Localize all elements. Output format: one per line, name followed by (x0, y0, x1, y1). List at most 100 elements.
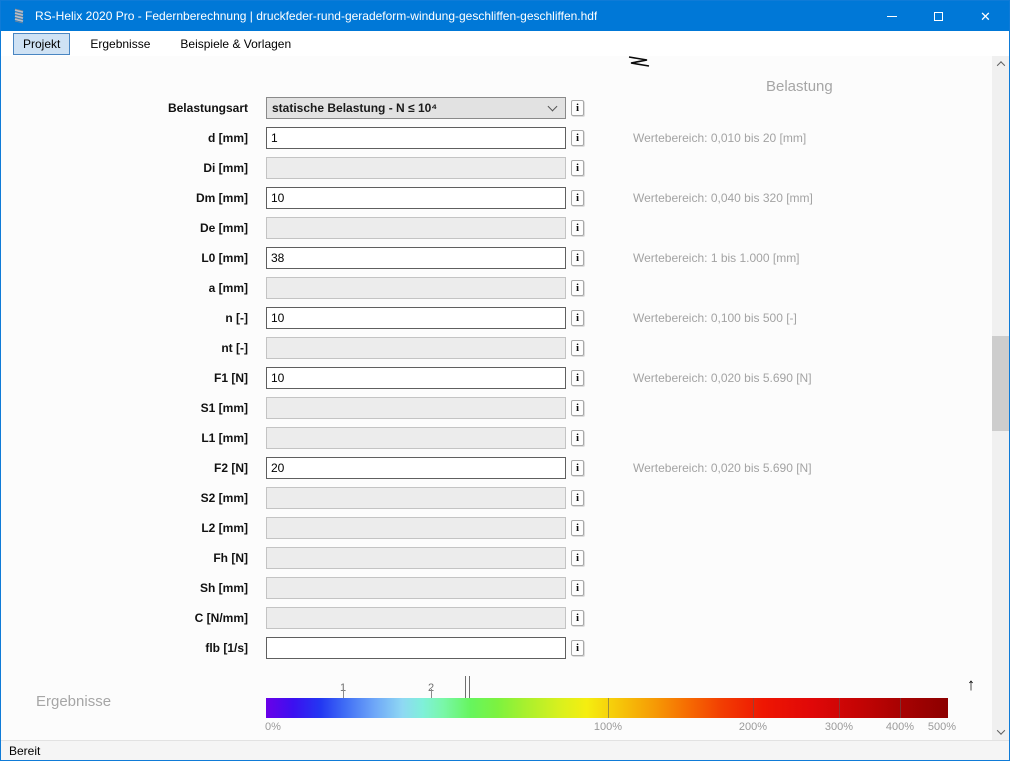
maximize-icon (934, 12, 943, 21)
field-label-l0: L0 [mm] (1, 247, 248, 269)
info-glyph: i (576, 162, 579, 174)
belastungsart-select[interactable]: statische Belastung - N ≤ 10⁴ (266, 97, 566, 119)
input-f2[interactable] (266, 457, 566, 479)
stress-utilization-gauge (266, 698, 948, 718)
info-icon[interactable]: i (571, 190, 584, 206)
info-glyph: i (576, 342, 579, 354)
info-icon[interactable]: i (571, 430, 584, 446)
hint-l0: Wertebereich: 1 bis 1.000 [mm] (633, 247, 800, 269)
gauge-label-400: 400% (886, 721, 914, 733)
close-button[interactable]: ✕ (962, 1, 1009, 31)
info-glyph: i (576, 612, 579, 624)
info-glyph: i (576, 102, 579, 114)
info-icon[interactable]: i (571, 280, 584, 296)
field-label-di: Di [mm] (1, 157, 248, 179)
info-icon[interactable]: i (571, 130, 584, 146)
input-di (266, 157, 566, 179)
chevron-up-icon (996, 61, 1004, 69)
info-glyph: i (576, 192, 579, 204)
info-icon[interactable]: i (571, 370, 584, 386)
field-label-flb: flb [1/s] (1, 637, 248, 659)
info-icon[interactable]: i (571, 310, 584, 326)
info-icon[interactable]: i (571, 340, 584, 356)
input-c (266, 607, 566, 629)
scrollbar-down-button[interactable] (992, 725, 1009, 739)
info-icon[interactable]: i (571, 580, 584, 596)
minimize-icon (887, 16, 897, 17)
field-label-fh: Fh [N] (1, 547, 248, 569)
title-bar: RS-Helix 2020 Pro - Federnberechnung | d… (1, 1, 1009, 31)
info-icon[interactable]: i (571, 100, 584, 116)
hint-n: Wertebereich: 0,100 bis 500 [-] (633, 307, 797, 329)
gauge-tick-200 (753, 698, 754, 718)
scroll-to-top-button[interactable]: ↑ (959, 673, 983, 697)
input-fh (266, 547, 566, 569)
info-icon[interactable]: i (571, 550, 584, 566)
gauge-tick-400 (900, 698, 901, 718)
spring-app-icon (11, 8, 27, 24)
info-icon[interactable]: i (571, 460, 584, 476)
info-icon[interactable]: i (571, 520, 584, 536)
info-icon[interactable]: i (571, 640, 584, 656)
input-n[interactable] (266, 307, 566, 329)
scrollbar-up-button[interactable] (992, 57, 1009, 71)
info-icon[interactable]: i (571, 490, 584, 506)
input-s1 (266, 397, 566, 419)
belastungsart-value: statische Belastung - N ≤ 10⁴ (272, 101, 437, 115)
chevron-down-icon (548, 102, 558, 112)
info-glyph: i (576, 462, 579, 474)
gauge-label-0: 0% (265, 721, 281, 733)
info-glyph: i (576, 522, 579, 534)
info-glyph: i (576, 402, 579, 414)
info-icon[interactable]: i (571, 220, 584, 236)
field-label-nt: nt [-] (1, 337, 248, 359)
input-dm[interactable] (266, 187, 566, 209)
info-icon[interactable]: i (571, 160, 584, 176)
input-s2 (266, 487, 566, 509)
input-d[interactable] (266, 127, 566, 149)
field-label-sh: Sh [mm] (1, 577, 248, 599)
field-label-f1: F1 [N] (1, 367, 248, 389)
belastung-heading: Belastung (766, 78, 833, 95)
tab-beispiele-vorlagen[interactable]: Beispiele & Vorlagen (170, 33, 301, 55)
field-label-l2: L2 [mm] (1, 517, 248, 539)
tab-projekt[interactable]: Projekt (13, 33, 70, 55)
info-icon[interactable]: i (571, 610, 584, 626)
info-glyph: i (576, 222, 579, 234)
close-icon: ✕ (980, 10, 991, 23)
gauge-label-100: 100% (594, 721, 622, 733)
input-f1[interactable] (266, 367, 566, 389)
field-label-dm: Dm [mm] (1, 187, 248, 209)
input-l2 (266, 517, 566, 539)
minimize-button[interactable] (868, 1, 915, 31)
info-glyph: i (576, 642, 579, 654)
input-flb[interactable] (266, 637, 566, 659)
input-nt (266, 337, 566, 359)
info-glyph: i (576, 432, 579, 444)
info-glyph: i (576, 372, 579, 384)
gauge-label-300: 300% (825, 721, 853, 733)
app-window: RS-Helix 2020 Pro - Federnberechnung | d… (0, 0, 1010, 761)
info-glyph: i (576, 582, 579, 594)
scrollbar-thumb[interactable] (992, 336, 1009, 431)
input-l0[interactable] (266, 247, 566, 269)
spring-diagram-partial-icon (628, 56, 650, 67)
field-label-f2: F2 [N] (1, 457, 248, 479)
gauge-tick-300 (839, 698, 840, 718)
vertical-scrollbar[interactable] (992, 56, 1009, 740)
tab-bar: Projekt Ergebnisse Beispiele & Vorlagen (1, 31, 1009, 56)
hint-f2: Wertebereich: 0,020 bis 5.690 [N] (633, 457, 812, 479)
info-glyph: i (576, 492, 579, 504)
info-glyph: i (576, 282, 579, 294)
maximize-button[interactable] (915, 1, 962, 31)
belastungsart-label: Belastungsart (1, 97, 248, 119)
status-bar: Bereit (1, 740, 1009, 760)
field-label-s1: S1 [mm] (1, 397, 248, 419)
tab-ergebnisse[interactable]: Ergebnisse (80, 33, 160, 55)
info-glyph: i (576, 132, 579, 144)
info-icon[interactable]: i (571, 400, 584, 416)
input-de (266, 217, 566, 239)
input-sh (266, 577, 566, 599)
gauge-label-200: 200% (739, 721, 767, 733)
info-icon[interactable]: i (571, 250, 584, 266)
